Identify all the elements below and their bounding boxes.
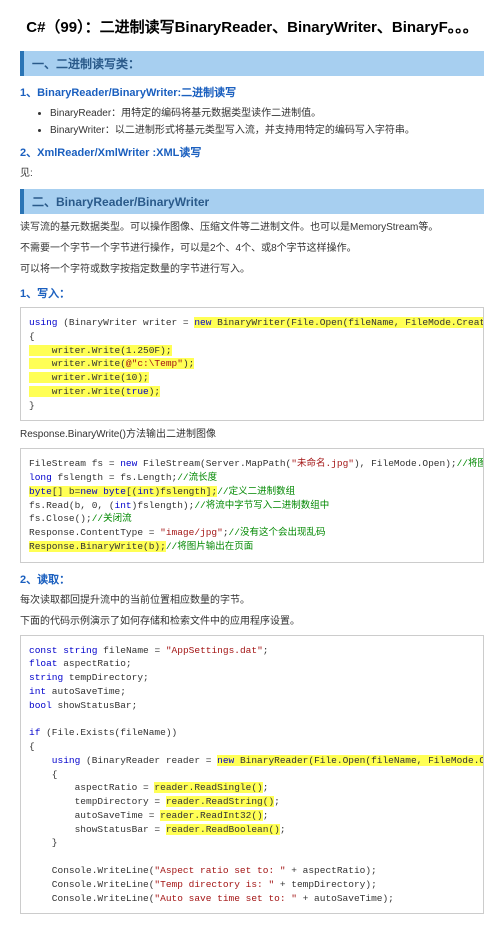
code-block-write-1: using (BinaryWriter writer = new BinaryW… (20, 307, 484, 421)
paragraph: 可以将一个字符或数字按指定数量的字节进行写入。 (20, 262, 484, 277)
binary-rw-description: BinaryReader：用特定的编码将基元数据类型读作二进制值。 Binary… (50, 104, 484, 136)
section-1-heading: 一、二进制读写类： (20, 51, 484, 76)
code-block-write-2: FileStream fs = new FileStream(Server.Ma… (20, 448, 484, 562)
section-1-1-heading[interactable]: 1、BinaryReader/BinaryWriter:二进制读写 (20, 84, 484, 100)
see-text: 见: (20, 166, 484, 181)
list-item: BinaryWriter：以二进制形式将基元类型写入流，并支持用特定的编码写入字… (50, 121, 484, 136)
paragraph: 读写流的基元数据类型。可以操作图像、压缩文件等二进制文件。也可以是MemoryS… (20, 220, 484, 235)
paragraph: 每次读取都回提升流中的当前位置相应数量的字节。 (20, 593, 484, 608)
page-title: C#（99）：二进制读写BinaryReader、BinaryWriter、Bi… (20, 16, 484, 37)
list-item: BinaryReader：用特定的编码将基元数据类型读作二进制值。 (50, 104, 484, 119)
paragraph: 不需要一个字节一个字节进行操作，可以是2个、4个、或8个字节这样操作。 (20, 241, 484, 256)
read-heading: 2、读取： (20, 571, 484, 587)
section-1-2-heading[interactable]: 2、XmlReader/XmlWriter :XML读写 (20, 144, 484, 160)
code-block-read: const string fileName = "AppSettings.dat… (20, 635, 484, 915)
binary-write-note: Response.BinaryWrite()方法输出二进制图像 (20, 427, 484, 442)
write-heading: 1、写入： (20, 285, 484, 301)
paragraph: 下面的代码示例演示了如何存储和检索文件中的应用程序设置。 (20, 614, 484, 629)
section-2-heading: 二、BinaryReader/BinaryWriter (20, 189, 484, 214)
